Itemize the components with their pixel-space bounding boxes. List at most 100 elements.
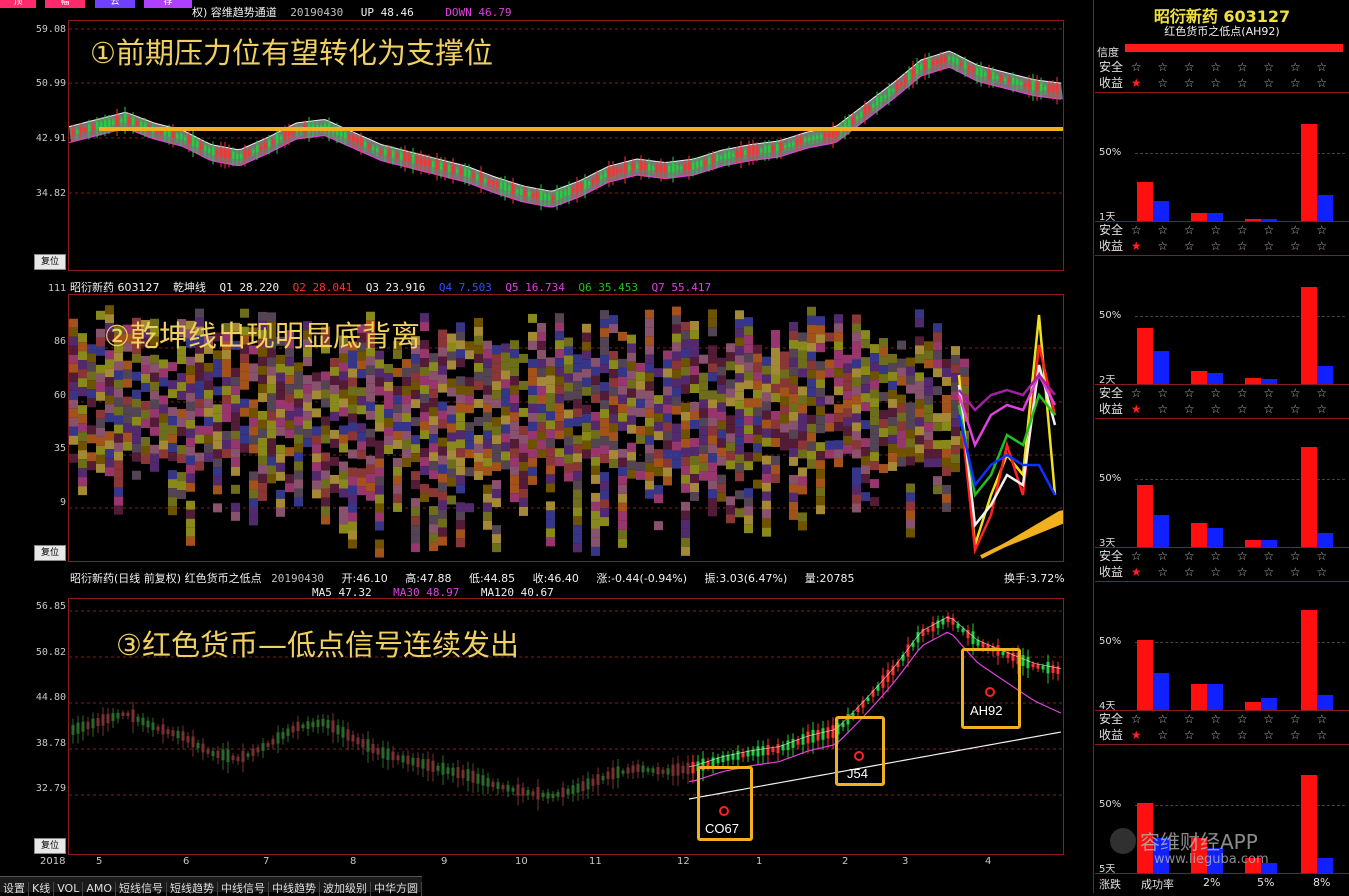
p3-ytick-1: 50.82 — [35, 647, 66, 658]
p3-ytick-2: 44.80 — [35, 692, 66, 703]
x-month-9: 2 — [842, 856, 849, 867]
tab-zhonghua-fangyuan[interactable]: 中华方圆 — [371, 882, 423, 896]
star-icon: ☆ — [1130, 712, 1142, 726]
star-icon: ☆ — [1183, 60, 1195, 74]
star-icon: ☆ — [1210, 60, 1222, 74]
star-icon: ☆ — [1263, 60, 1275, 74]
safety-row: 安全 ☆ ☆ ☆ ☆ ☆ ☆ ☆ ☆ — [1099, 547, 1335, 564]
profit-label: 收益 — [1099, 76, 1124, 90]
star-icon: ☆ — [1157, 565, 1169, 579]
watermark-brand: 容维财经APP — [1140, 830, 1258, 854]
stats-block-2: 安全 ☆ ☆ ☆ ☆ ☆ ☆ ☆ ☆ 收益 ★ ☆ ☆ ☆ ☆ ☆ ☆ ☆ 50% 2天 — [1095, 221, 1349, 386]
panel2-indicator: 乾坤线 — [173, 281, 206, 294]
p3-ytick-4: 32.79 — [35, 783, 66, 794]
tab-mid-trend[interactable]: 中线趋势 — [269, 882, 321, 896]
panel3-reset-button[interactable]: 复位 — [34, 838, 66, 854]
p1-ytick-1: 50.99 — [35, 78, 66, 89]
bar-red — [1245, 702, 1261, 710]
panel2-lines — [957, 314, 1057, 555]
star-icon: ☆ — [1157, 76, 1169, 90]
confidence-bar — [1125, 44, 1343, 52]
star-icon: ☆ — [1316, 402, 1328, 416]
star-icon: ☆ — [1236, 402, 1248, 416]
x-month-10: 3 — [902, 856, 909, 867]
star-icon: ☆ — [1210, 712, 1222, 726]
panel3-date: 20190430 — [271, 572, 325, 585]
profit-row: 收益 ★ ☆ ☆ ☆ ☆ ☆ ☆ ☆ — [1099, 400, 1335, 417]
bar-blue — [1153, 515, 1169, 547]
bottom-tab-bar: 设置 K线 VOL AMO 短线信号 短线趋势 中线信号 中线趋势 波加级别 中华方圆 — [0, 876, 423, 896]
star-icon: ☆ — [1263, 565, 1275, 579]
star-icon: ☆ — [1130, 386, 1142, 400]
panel3-amplitude: 振:3.03(6.47%) — [704, 572, 788, 585]
bar-red — [1191, 371, 1207, 384]
star-icon: ☆ — [1157, 728, 1169, 742]
x-month-6: 11 — [589, 856, 602, 867]
star-icon: ☆ — [1316, 728, 1328, 742]
panel2-q3: Q3 23.916 — [365, 281, 426, 294]
tab-short-trend[interactable]: 短线趋势 — [167, 882, 219, 896]
day-label: 5天 — [1099, 864, 1116, 875]
toolbar-button-3[interactable]: 云 — [95, 0, 135, 8]
star-icon: ☆ — [1289, 76, 1301, 90]
p3-ytick-0: 56.85 — [35, 601, 66, 612]
star-icon: ☆ — [1316, 386, 1328, 400]
star-icon: ☆ — [1210, 728, 1222, 742]
panel2-title: 昭衍新药 603127 — [70, 281, 160, 294]
star-icon: ☆ — [1157, 386, 1169, 400]
safety-row: 安全 ☆ ☆ ☆ ☆ ☆ ☆ ☆ ☆ — [1099, 221, 1335, 238]
panel2-q2: Q2 28.041 — [292, 281, 353, 294]
tab-short-signal[interactable]: 短线信号 — [116, 882, 168, 896]
safety-label: 安全 — [1099, 60, 1124, 74]
panel2-reset-button[interactable]: 复位 — [34, 545, 66, 561]
bar-red — [1137, 640, 1153, 710]
panel1-annotation: ①前期压力位有望转化为支撑位 — [90, 36, 493, 70]
bar-red — [1245, 540, 1261, 547]
bar-red — [1301, 447, 1317, 547]
star-icon: ☆ — [1236, 76, 1248, 90]
star-icon: ☆ — [1316, 76, 1328, 90]
tab-vol[interactable]: VOL — [54, 882, 84, 896]
tab-wave-level[interactable]: 波加级别 — [320, 882, 372, 896]
panel3-open: 开:46.10 — [341, 572, 388, 585]
toolbar-button-4[interactable]: 荐 — [144, 0, 192, 8]
star-icon: ☆ — [1263, 549, 1275, 563]
star-icon: ☆ — [1210, 239, 1222, 253]
p1-ytick-3: 34.82 — [35, 188, 66, 199]
profit-label: 收益 — [1099, 239, 1124, 253]
panel1-reset-button[interactable]: 复位 — [34, 254, 66, 270]
tab-mid-signal[interactable]: 中线信号 — [218, 882, 270, 896]
star-icon: ☆ — [1157, 712, 1169, 726]
star-icon: ☆ — [1157, 223, 1169, 237]
profit-label: 收益 — [1099, 565, 1124, 579]
safety-label: 安全 — [1099, 549, 1124, 563]
star-icon: ☆ — [1157, 549, 1169, 563]
toolbar-button-2[interactable]: 幅 — [45, 0, 85, 8]
x-axis-year: 2018 — [40, 856, 66, 867]
bar-blue — [1207, 528, 1223, 547]
panel3-close: 收:46.40 — [532, 572, 579, 585]
tab-kline[interactable]: K线 — [29, 882, 55, 896]
star-icon: ☆ — [1289, 386, 1301, 400]
footer-2pct: 2% — [1203, 876, 1221, 889]
star-icon: ☆ — [1183, 76, 1195, 90]
x-month-4: 9 — [441, 856, 448, 867]
safety-label: 安全 — [1099, 223, 1124, 237]
panel2-q6: Q6 35.453 — [578, 281, 639, 294]
bar-blue — [1317, 533, 1333, 547]
toolbar-button-1[interactable]: 顶 — [0, 0, 36, 8]
profit-row: 收益 ★ ☆ ☆ ☆ ☆ ☆ ☆ ☆ — [1099, 563, 1335, 580]
bar-blue — [1207, 213, 1223, 221]
panel3-low: 低:44.85 — [468, 572, 516, 585]
star-icon: ☆ — [1183, 386, 1195, 400]
tab-settings[interactable]: 设置 — [0, 882, 29, 896]
success-rate-chart: 50% 1天 — [1095, 92, 1349, 223]
pct-label: 50% — [1099, 799, 1122, 810]
star-icon: ☆ — [1210, 223, 1222, 237]
star-icon: ☆ — [1289, 60, 1301, 74]
x-month-7: 12 — [677, 856, 690, 867]
profit-row: 收益 ★ ☆ ☆ ☆ ☆ ☆ ☆ ☆ — [1099, 726, 1335, 743]
star-icon: ☆ — [1130, 549, 1142, 563]
tab-amo[interactable]: AMO — [83, 882, 117, 896]
bar-red — [1137, 182, 1153, 221]
